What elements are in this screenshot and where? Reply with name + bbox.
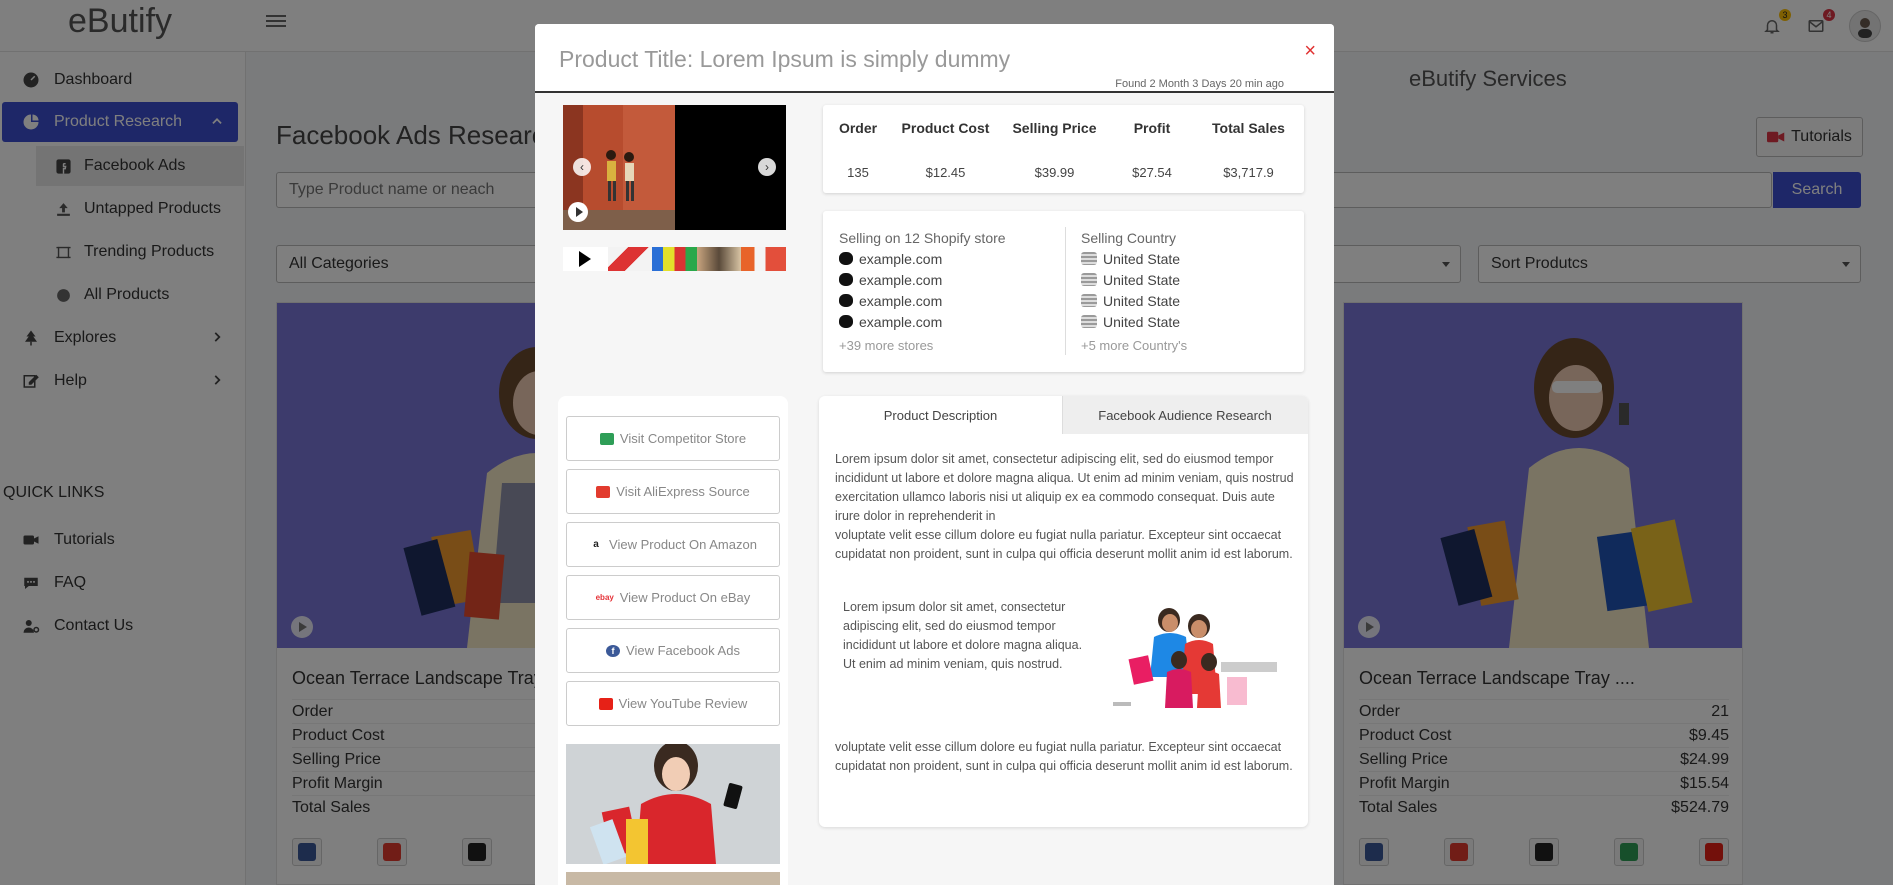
youtube-icon xyxy=(598,697,613,710)
link-label: View YouTube Review xyxy=(618,696,748,711)
stats-value-row: 135 $12.45 $39.99 $27.54 $3,717.9 xyxy=(823,151,1304,193)
link-label: View Product On eBay xyxy=(619,590,751,605)
link-label: Visit Competitor Store xyxy=(619,431,747,446)
countries-list: Selling Country United State United Stat… xyxy=(1081,227,1187,353)
image-thumbnail[interactable] xyxy=(741,247,786,271)
play-icon[interactable] xyxy=(568,202,588,222)
store-name: example.com xyxy=(859,250,943,267)
link-label: Visit AliExpress Source xyxy=(616,484,750,499)
flag-icon xyxy=(1081,252,1097,265)
media-thumbnails xyxy=(563,247,786,271)
video-thumbnail[interactable] xyxy=(563,247,608,271)
store-link[interactable]: example.com xyxy=(839,290,1006,311)
visit-competitor-store-button[interactable]: Visit Competitor Store xyxy=(566,416,780,461)
play-icon xyxy=(579,251,592,267)
description-tabs: Product Description Facebook Audience Re… xyxy=(819,396,1308,434)
stats-value: $27.54 xyxy=(1132,164,1172,180)
modal-header: Product Title: Lorem Ipsum is simply dum… xyxy=(535,24,1334,93)
store-logo-icon xyxy=(839,315,853,328)
store-link[interactable]: example.com xyxy=(839,248,1006,269)
image-thumbnail[interactable] xyxy=(696,247,742,271)
country-item: United State xyxy=(1081,311,1187,332)
close-icon[interactable]: × xyxy=(1304,41,1316,61)
family-image xyxy=(1109,602,1289,712)
product-modal: Product Title: Lorem Ipsum is simply dum… xyxy=(535,24,1334,885)
tab-product-description[interactable]: Product Description xyxy=(819,396,1063,434)
chevron-left-icon[interactable]: ‹ xyxy=(573,158,591,176)
stores-list: Selling on 12 Shopify store example.com … xyxy=(839,227,1006,353)
stats-value: $12.45 xyxy=(925,164,966,180)
stats-header: Profit xyxy=(1133,120,1171,136)
store-name: example.com xyxy=(859,313,943,330)
image-thumbnail[interactable] xyxy=(607,247,653,271)
stores-panel: Selling on 12 Shopify store example.com … xyxy=(823,211,1304,372)
store-link[interactable]: example.com xyxy=(839,269,1006,290)
store-logo-icon xyxy=(839,252,853,265)
found-timestamp: Found 2 Month 3 Days 20 min ago xyxy=(1115,78,1284,90)
country-item: United State xyxy=(1081,269,1187,290)
link-label: View Facebook Ads xyxy=(626,643,740,658)
stats-value: $39.99 xyxy=(1034,164,1075,180)
image-thumbnail[interactable] xyxy=(652,247,697,271)
stores-heading: Selling on 12 Shopify store xyxy=(839,229,1006,246)
flag-icon xyxy=(1081,315,1097,328)
stats-value: $3,717.9 xyxy=(1223,164,1274,180)
stats-header: Product Cost xyxy=(901,120,990,136)
stats-header: Total Sales xyxy=(1212,120,1285,136)
description-paragraph: voluptate velit esse cillum dolore eu fu… xyxy=(835,740,1293,773)
facebook-icon: f xyxy=(606,644,621,657)
store-name: example.com xyxy=(859,271,943,288)
external-links-panel: Visit Competitor Store Visit AliExpress … xyxy=(558,396,788,885)
store-logo-icon xyxy=(839,273,853,286)
link-label: View Product On Amazon xyxy=(609,537,757,552)
store-name: example.com xyxy=(859,292,943,309)
flag-icon xyxy=(1081,294,1097,307)
product-image[interactable] xyxy=(566,872,780,885)
stats-header: Selling Price xyxy=(1012,120,1097,136)
modal-title: Product Title: Lorem Ipsum is simply dum… xyxy=(559,46,1011,72)
description-inset-text: Lorem ipsum dolor sit amet, consectetur … xyxy=(843,600,1083,671)
product-image[interactable] xyxy=(566,744,780,864)
description-paragraph: Lorem ipsum dolor sit amet, consectetur … xyxy=(835,452,1294,523)
country-name: United State xyxy=(1103,271,1181,288)
country-item: United State xyxy=(1081,290,1187,311)
view-facebook-ads-button[interactable]: f View Facebook Ads xyxy=(566,628,780,673)
country-item: United State xyxy=(1081,248,1187,269)
stats-value: 135 xyxy=(847,164,869,180)
stats-header-row: Order Product Cost Selling Price Profit … xyxy=(823,105,1304,151)
description-paragraph: voluptate velit esse cillum dolore eu fu… xyxy=(835,528,1293,561)
ebay-icon: ebay xyxy=(595,593,614,602)
product-media-carousel[interactable]: ‹ › xyxy=(563,105,786,230)
tab-facebook-audience-research[interactable]: Facebook Audience Research xyxy=(1063,396,1307,434)
amazon-icon: a xyxy=(593,539,599,550)
country-name: United State xyxy=(1103,250,1181,267)
store-icon xyxy=(599,432,614,445)
country-name: United State xyxy=(1103,313,1181,330)
store-link[interactable]: example.com xyxy=(839,311,1006,332)
country-name: United State xyxy=(1103,292,1181,309)
divider xyxy=(1065,227,1066,355)
product-stats-table: Order Product Cost Selling Price Profit … xyxy=(823,105,1304,193)
more-countries-link[interactable]: +5 more Country's xyxy=(1081,338,1187,353)
store-logo-icon xyxy=(839,294,853,307)
view-youtube-review-button[interactable]: View YouTube Review xyxy=(566,681,780,726)
flag-icon xyxy=(1081,273,1097,286)
visit-aliexpress-button[interactable]: Visit AliExpress Source xyxy=(566,469,780,514)
view-on-amazon-button[interactable]: a View Product On Amazon xyxy=(566,522,780,567)
view-on-ebay-button[interactable]: ebay View Product On eBay xyxy=(566,575,780,620)
aliexpress-icon xyxy=(596,485,611,498)
stats-header: Order xyxy=(838,120,878,136)
chevron-right-icon[interactable]: › xyxy=(758,158,776,176)
more-stores-link[interactable]: +39 more stores xyxy=(839,338,1006,353)
countries-heading: Selling Country xyxy=(1081,229,1176,246)
description-panel: Product Description Facebook Audience Re… xyxy=(819,396,1308,827)
